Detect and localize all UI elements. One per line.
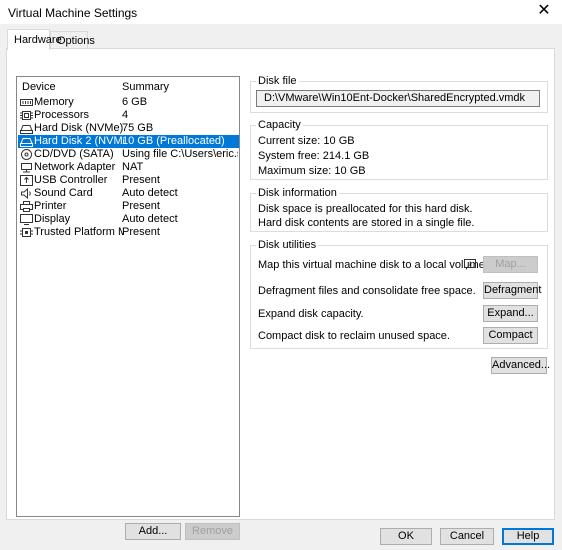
device-summary: 4	[122, 109, 129, 121]
device-summary: Present	[122, 174, 160, 186]
device-summary: NAT	[122, 161, 144, 173]
device-name: USB Controller	[34, 174, 108, 186]
disk-info-line-1: Disk space is preallocated for this hard…	[258, 203, 473, 215]
display-icon	[20, 214, 33, 225]
device-name: Processors	[34, 109, 90, 121]
disk-file-group: Disk file D:\VMware\Win10Ent-Docker\Shar…	[250, 75, 548, 113]
disk-utilities-group: Disk utilities Map this virtual machine …	[250, 239, 548, 349]
device-row-hard-disk-2[interactable]: Hard Disk 2 (NVMe) 10 GB (Preallocated)	[18, 135, 239, 148]
device-summary: 10 GB (Preallocated)	[122, 135, 225, 147]
disk-information-group-title: Disk information	[256, 187, 339, 199]
dialog-body: Hardware Options Device Summary Memory 6…	[0, 24, 562, 550]
device-row-processors[interactable]: Processors 4	[18, 109, 239, 122]
device-name: Hard Disk 2 (NVMe)	[34, 135, 124, 147]
memory-icon	[20, 99, 33, 106]
network-adapter-icon	[21, 163, 32, 173]
maximum-size-text: Maximum size: 10 GB	[258, 165, 366, 177]
usb-icon	[20, 175, 33, 186]
device-row-trusted-platform-module[interactable]: Trusted Platform Mo... Present	[18, 226, 239, 239]
cd-dvd-icon	[21, 149, 32, 160]
device-name: Memory	[34, 96, 74, 108]
device-row-cd-dvd[interactable]: CD/DVD (SATA) Using file C:\Users\eric.s…	[18, 148, 239, 161]
device-row-network-adapter[interactable]: Network Adapter NAT	[18, 161, 239, 174]
compact-button[interactable]: Compact	[483, 327, 538, 344]
disk-utilities-group-title: Disk utilities	[256, 239, 319, 251]
disk-information-group: Disk information Disk space is prealloca…	[250, 187, 548, 232]
column-header-summary[interactable]: Summary	[122, 81, 169, 93]
device-name: Trusted Platform Mo...	[34, 226, 124, 238]
expand-button[interactable]: Expand...	[483, 305, 538, 322]
current-size-text: Current size: 10 GB	[258, 135, 355, 147]
title-bar: Virtual Machine Settings ✕	[0, 0, 562, 24]
device-row-sound-card[interactable]: Sound Card Auto detect	[18, 187, 239, 200]
processor-icon	[20, 111, 33, 120]
disk-file-group-title: Disk file	[256, 75, 299, 87]
device-name: CD/DVD (SATA)	[34, 148, 114, 160]
device-summary: Auto detect	[122, 187, 178, 199]
device-summary: 6 GB	[122, 96, 148, 108]
device-summary: Present	[122, 226, 160, 238]
map-button[interactable]: Map...	[483, 256, 538, 273]
device-list[interactable]: Device Summary Memory 6 GB Processors 4 …	[16, 76, 240, 517]
system-free-text: System free: 214.1 GB	[258, 150, 370, 162]
device-summary: Present	[122, 200, 160, 212]
expand-description: Expand disk capacity.	[258, 308, 364, 320]
device-name: Printer	[34, 200, 67, 212]
defragment-button[interactable]: Defragment	[483, 282, 541, 299]
hard-disk-icon	[20, 125, 33, 134]
device-name: Hard Disk (NVMe)	[34, 122, 124, 134]
help-button[interactable]: Help	[502, 528, 554, 545]
disk-info-line-2: Hard disk contents are stored in a singl…	[258, 217, 475, 229]
device-row-memory[interactable]: Memory 6 GB	[18, 96, 239, 109]
device-row-printer[interactable]: Printer Present	[18, 200, 239, 213]
hard-disk-icon	[20, 138, 33, 147]
hardware-tab-panel: Device Summary Memory 6 GB Processors 4 …	[6, 48, 555, 540]
close-icon[interactable]: ✕	[536, 3, 552, 19]
device-name: Network Adapter	[34, 161, 116, 173]
device-summary: 75 GB	[122, 122, 154, 134]
device-summary: Using file C:\Users\eric.sann...	[122, 148, 238, 160]
add-device-button[interactable]: Add...	[125, 523, 181, 540]
window-title: Virtual Machine Settings	[8, 6, 138, 20]
remove-device-button[interactable]: Remove	[185, 523, 240, 540]
device-row-hard-disk[interactable]: Hard Disk (NVMe) 75 GB	[18, 122, 239, 135]
sound-card-icon	[21, 188, 31, 199]
defragment-description: Defragment files and consolidate free sp…	[258, 285, 476, 297]
device-row-usb-controller[interactable]: USB Controller Present	[18, 174, 239, 187]
printer-icon	[20, 201, 33, 212]
column-header-device[interactable]: Device	[22, 81, 56, 93]
device-name: Sound Card	[34, 187, 93, 199]
ok-button[interactable]: OK	[380, 528, 432, 545]
device-name: Display	[34, 213, 71, 225]
device-row-display[interactable]: Display Auto detect	[18, 213, 239, 226]
tab-hardware[interactable]: Hardware	[7, 29, 62, 50]
compact-description: Compact disk to reclaim unused space.	[258, 330, 450, 342]
cancel-button[interactable]: Cancel	[440, 528, 494, 545]
tpm-icon	[20, 228, 33, 237]
advanced-button[interactable]: Advanced...	[491, 357, 550, 374]
disk-file-path-field[interactable]: D:\VMware\Win10Ent-Docker\SharedEncrypte…	[256, 90, 540, 107]
device-list-header: Device Summary	[17, 81, 239, 95]
map-description: Map this virtual machine disk to a local…	[258, 259, 488, 271]
capacity-group-title: Capacity	[256, 119, 303, 131]
capacity-group: Capacity Current size: 10 GB System free…	[250, 119, 548, 180]
device-summary: Auto detect	[122, 213, 178, 225]
info-icon	[464, 259, 476, 270]
